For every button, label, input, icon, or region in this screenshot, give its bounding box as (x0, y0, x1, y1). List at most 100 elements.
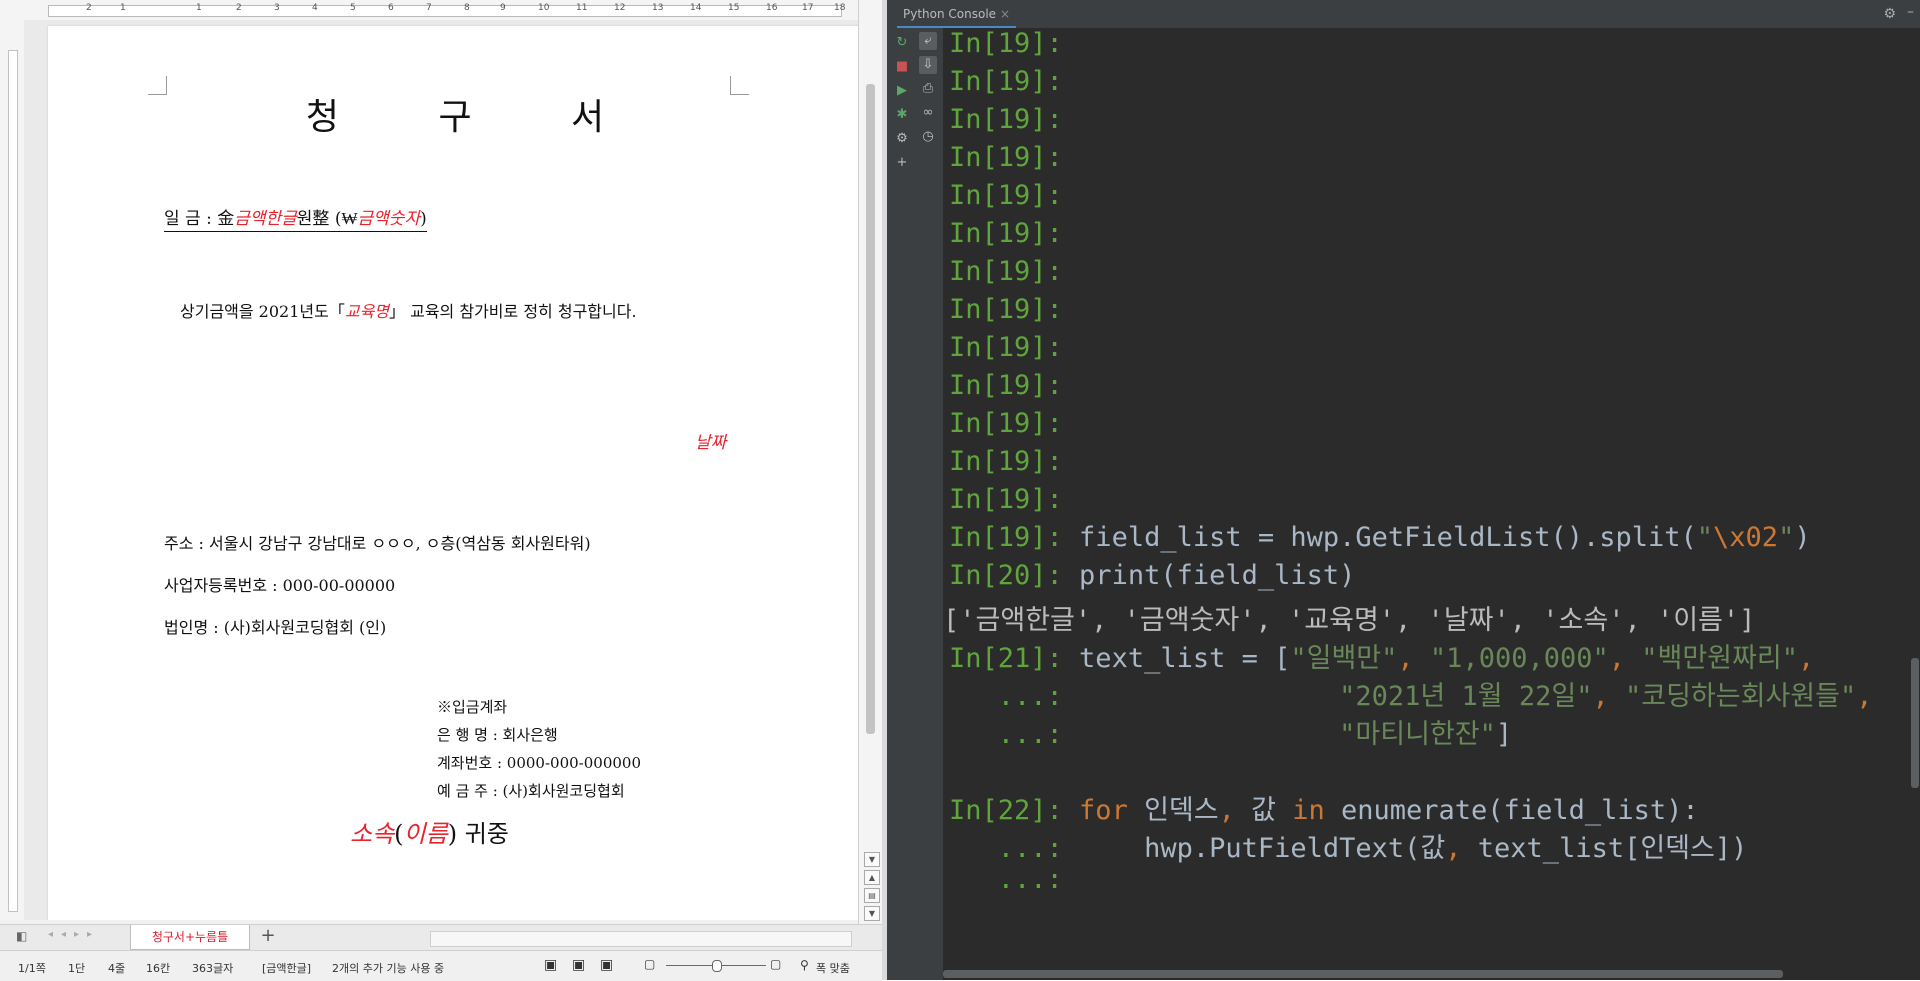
tab-python-console[interactable]: Python Console × (897, 0, 1017, 29)
account-number: 계좌번호 : 0000-000-000000 (437, 754, 641, 772)
status-features[interactable]: 2개의 추가 기능 사용 중 (332, 960, 444, 976)
run-icon[interactable]: ▶ (893, 82, 911, 100)
field-department[interactable]: 소속 (350, 820, 394, 848)
field-date[interactable]: 날짜 (695, 428, 726, 453)
search-icon[interactable]: ⚲ (800, 958, 809, 972)
scroll-thumb[interactable] (866, 84, 875, 734)
ruler-number: 15 (728, 3, 740, 13)
body-prefix: 상기금액을 2021년도「 (180, 302, 345, 321)
code-text: hwp.PutFieldText(값 (1062, 833, 1446, 864)
gear-icon[interactable]: ⚙ (1883, 6, 1896, 22)
zoom-out-icon[interactable]: ▢ (644, 957, 655, 971)
document-title: 청 구 서 (305, 97, 649, 138)
document-vertical-scrollbar[interactable]: ▼ ▲ ▤ ▼ (858, 0, 883, 924)
document-horizontal-scrollbar[interactable] (430, 931, 852, 947)
stop-icon[interactable]: ■ (893, 58, 911, 76)
tab-nav-icon[interactable]: ◧ (16, 929, 27, 943)
vertical-ruler[interactable] (0, 20, 25, 920)
scroll-to-end-icon[interactable]: ⇩ (919, 56, 937, 74)
field-name[interactable]: 이름 (404, 820, 448, 848)
ruler-number: 12 (614, 3, 626, 13)
ruler-number: 4 (312, 3, 318, 13)
console-prompt: ...: (949, 681, 1063, 712)
console-horizontal-scrollbar[interactable] (943, 970, 1783, 978)
console-prompt: In[19]: (949, 332, 1063, 363)
ruler-number: 6 (388, 3, 394, 13)
console-prompt: In[19]: (949, 484, 1063, 515)
console-line-20: In[20]: print(field_list) (949, 560, 1355, 591)
status-column: 16칸 (146, 962, 171, 975)
page-down-icon[interactable]: ▼ (864, 906, 880, 921)
console-prompt: In[19]: (949, 408, 1063, 439)
sheet-tab-bar: ◧ ◂◂▸▸ 청구서+누름틀 + (0, 924, 882, 951)
close-icon[interactable]: × (1000, 7, 1010, 21)
minimize-icon[interactable]: – (1907, 4, 1914, 20)
variables-icon[interactable]: ∞ (919, 104, 937, 122)
code-comma: , (1592, 681, 1625, 712)
account-holder: 예 금 주 : (사)회사원코딩협회 (437, 782, 625, 800)
console-line-19: In[19]: field_list = hwp.GetFieldList().… (949, 522, 1811, 553)
console-input-prompt[interactable]: ...: (949, 864, 1063, 895)
amount-line: 일 금 : 金금액한글원整 (₩금액숫자) (164, 204, 427, 232)
field-amount-number[interactable]: 금액숫자 (358, 209, 421, 229)
tab-document[interactable]: 청구서+누름틀 (130, 925, 250, 950)
field-amount-hangul[interactable]: 금액한글 (234, 209, 297, 229)
code-text: field_list = hwp.GetFieldList().split( (1062, 522, 1697, 553)
soft-wrap-icon[interactable]: ⤶ (919, 32, 937, 50)
status-line: 4줄 (108, 962, 126, 975)
python-console-panel: Python Console × ⚙ – ↻ ⤶ ■ ⇩ ▶ ⎙ ✱ ∞ ⚙ ◷ … (887, 0, 1920, 980)
console-prompt: ...: (949, 864, 1063, 895)
ruler-number: 1 (120, 3, 126, 13)
ruler-track (48, 5, 842, 17)
add-console-icon[interactable]: + (893, 154, 911, 172)
console-prompt: In[19]: (949, 218, 1063, 249)
field-course-name[interactable]: 교육명 (345, 302, 389, 321)
amount-suffix: ) (420, 209, 427, 229)
add-tab-icon[interactable]: + (256, 927, 280, 947)
zoom-fit-label[interactable]: 폭 맞춤 (816, 960, 850, 976)
view-mode-icon[interactable]: ▣ (600, 957, 613, 973)
print-icon[interactable]: ⎙ (919, 80, 937, 98)
code-text: text_list = [ (1062, 643, 1291, 674)
address-line: 주소 : 서울시 강남구 강남대로 ㅇㅇㅇ, ㅇ층(역삼동 회사원타워) (164, 534, 591, 553)
console-prompt: ...: (949, 719, 1063, 750)
document-page[interactable]: 청 구 서 일 금 : 金금액한글원整 (₩금액숫자) 상기금액을 2021년도… (48, 26, 858, 920)
console-line-22-cont: ...: hwp.PutFieldText(값, text_list[인덱스]) (949, 826, 1748, 865)
console-prompt: ...: (949, 833, 1063, 864)
console-output[interactable]: In[19]: In[19]: In[19]: In[19]: In[19]: … (943, 28, 1920, 980)
console-vertical-scrollbar[interactable] (1911, 658, 1919, 788)
ruler-number: 2 (236, 3, 242, 13)
code-comma: , (1608, 643, 1642, 674)
history-icon[interactable]: ◷ (919, 128, 937, 146)
console-prompt: In[19]: (949, 28, 1063, 59)
ruler-number: 10 (538, 3, 550, 13)
view-mode-icon[interactable]: ▣ (544, 957, 557, 973)
code-comma: , (1218, 795, 1235, 826)
escape-sequence: \x02 (1713, 522, 1779, 553)
ruler-number: 7 (426, 3, 432, 13)
console-line-21-cont: ...: "마티니한잔"] (949, 712, 1512, 751)
status-page: 1/1쪽 (18, 962, 46, 975)
ruler-number: 18 (834, 3, 846, 13)
page-icon[interactable]: ▤ (864, 888, 880, 903)
ruler-number: 8 (464, 3, 470, 13)
tab-scroll-arrows-icon[interactable]: ◂◂▸▸ (48, 929, 100, 940)
console-line-21: In[21]: text_list = ["일백만", "1,000,000",… (949, 636, 1814, 675)
page-up-icon[interactable]: ▲ (864, 870, 880, 885)
horizontal-ruler[interactable]: 2 1 1 2 3 4 5 6 7 8 9 10 11 12 13 14 15 … (0, 0, 858, 21)
string-quote: " (1778, 522, 1795, 553)
string-literal: "코딩하는회사원들" (1625, 681, 1857, 712)
settings-icon[interactable]: ⚙ (893, 130, 911, 148)
debug-icon[interactable]: ✱ (893, 106, 911, 124)
recipient-line: 소속(이름) 귀중 (350, 814, 509, 849)
console-prompt: In[21]: (949, 643, 1063, 674)
status-chars: 363글자 (192, 962, 234, 975)
scroll-down-icon[interactable]: ▼ (864, 852, 880, 867)
zoom-slider-handle[interactable] (712, 960, 722, 972)
rerun-icon[interactable]: ↻ (893, 34, 911, 52)
recipient-suffix: ) 귀중 (447, 820, 509, 848)
view-mode-icon[interactable]: ▣ (572, 957, 585, 973)
zoom-in-icon[interactable]: ▢ (770, 957, 781, 971)
document-canvas[interactable]: 청 구 서 일 금 : 金금액한글원整 (₩금액숫자) 상기금액을 2021년도… (24, 20, 858, 920)
ruler-number: 9 (500, 3, 506, 13)
